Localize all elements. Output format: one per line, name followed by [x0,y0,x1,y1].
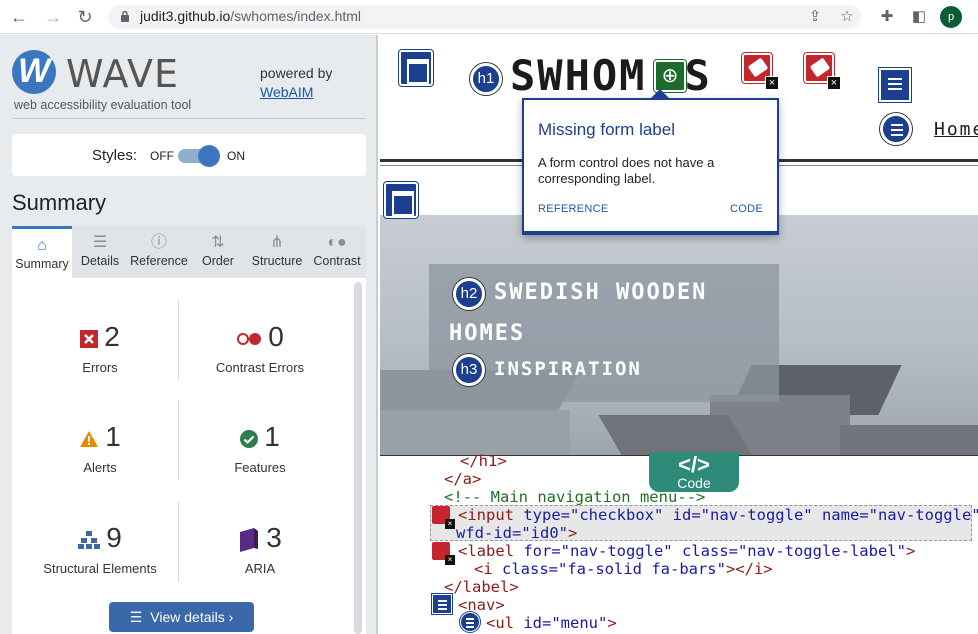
url-text: judit3.github.io/swhomes/index.html [140,8,362,24]
code-line: </label> [444,578,519,596]
feature-check-icon [240,429,259,448]
h1-badge-icon[interactable]: h1 [470,63,502,95]
panel-scrollbar[interactable] [354,282,362,634]
code-line-label: <label for="nav-toggle" class="nav-toggl… [458,542,916,560]
wave-title: WAVE [66,52,180,96]
code-line: </h1> [460,452,507,470]
code-aria-icon[interactable] [432,594,452,614]
powered-by-text: powered by [260,65,333,81]
tab-reference[interactable]: ⓘ Reference [128,226,190,278]
unordered-list-icon[interactable] [880,113,912,145]
tooltip-reference-link[interactable]: REFERENCE [538,203,609,215]
language-globe-icon[interactable]: ⊕ [654,60,686,92]
styles-label: Styles: [92,147,138,164]
bookmark-star-icon[interactable]: ☆ [836,6,858,28]
h3-badge-icon[interactable]: h3 [453,354,485,386]
styles-toggle[interactable] [178,145,220,167]
info-icon: ⓘ [150,234,167,251]
code-icon: </> [678,452,710,477]
code-line-ul: <ul id="menu"> [486,614,617,632]
tab-summary[interactable]: ⌂ Summary [12,226,72,278]
home-icon: ⌂ [37,237,47,254]
lock-icon [121,10,129,22]
tab-order[interactable]: ⇅ Order [194,226,242,278]
contrast-errors-count[interactable]: 0 Contrast Errors [180,322,340,376]
tab-structure[interactable]: ⋔ Structure [246,226,308,278]
missing-label-error-icon[interactable]: × [742,53,779,90]
tab-details[interactable]: ☰ Details [74,226,126,278]
tab-contrast[interactable]: ◐● Contrast [310,226,364,278]
h2-badge-icon[interactable]: h2 [453,278,485,310]
region-landmark-icon[interactable] [384,182,418,218]
tooltip-code-link[interactable]: CODE [730,203,763,215]
browser-toolbar: ← → ↻ judit3.github.io/swhomes/index.htm… [0,0,978,34]
error-icon [80,329,99,348]
code-error-icon[interactable]: × [432,506,455,529]
list-icon: ☰ [129,609,143,625]
wave-tabs: ⌂ Summary ☰ Details ⓘ Reference ⇅ Order ⋔ Str… [12,226,366,278]
missing-label-error-icon[interactable]: × [804,53,841,90]
aria-icon [240,527,259,552]
extensions-icon[interactable]: ✚ [876,6,898,28]
aria-count[interactable]: 3 ARIA [180,523,340,576]
code-line: </a> [444,470,482,488]
address-bar[interactable]: judit3.github.io/swhomes/index.html [108,5,861,29]
tooltip-title: Missing form label [538,120,675,139]
summary-heading: Summary [12,190,107,215]
back-icon[interactable]: ← [8,6,30,28]
code-toggle-button[interactable]: </> Code [649,452,739,492]
wave-subtitle: web accessibility evaluation tool [14,98,192,112]
forward-icon[interactable]: → [42,6,64,28]
hero-heading: SWEDISH WOODEN [494,280,708,305]
structural-elements-count[interactable]: 9 Structural Elements [20,523,180,577]
code-list-icon[interactable] [460,612,480,632]
view-details-button[interactable]: ☰ View details › [109,602,254,632]
features-count[interactable]: 1 Features [180,422,340,476]
structure-icon [78,530,101,549]
profile-avatar[interactable]: p [940,6,962,28]
code-line-nav: <nav> [458,596,505,614]
errors-count[interactable]: 2 Errors [20,322,180,375]
region-landmark-icon[interactable] [399,50,433,86]
alert-icon [80,430,99,447]
aria-icon[interactable] [879,68,911,102]
toggle-knob [198,145,220,167]
sidepanel-icon[interactable]: ◧ [908,6,930,28]
order-icon: ⇅ [211,234,225,251]
styles-on-label: ON [227,149,245,163]
hero-heading-line2: HOMES [449,321,526,346]
code-error-icon[interactable]: × [432,542,455,565]
nav-home-link[interactable]: Home [934,119,978,140]
list-icon: ☰ [92,234,108,251]
webaim-link[interactable]: WebAIM [260,84,313,100]
contrast-error-icon [237,332,262,345]
styles-toggle-panel: Styles: OFF ON [12,134,366,176]
contrast-icon: ◐● [327,234,347,251]
error-tooltip: Missing form label A form control does n… [522,89,779,235]
code-line-icon: <i class="fa-solid fa-bars"></i> [474,560,773,578]
hero-subheading: INSPIRATION [494,358,642,380]
share-icon[interactable]: ⇪ [804,6,826,28]
alerts-count[interactable]: 1 Alerts [20,422,180,475]
tooltip-description: A form control does not have a correspon… [538,155,715,186]
structure-icon: ⋔ [270,234,284,251]
styles-off-label: OFF [150,149,174,163]
wave-logo-icon: W [12,50,56,94]
code-line-input-cont: wfd-id="id0"> [456,524,578,542]
reload-icon[interactable]: ↻ [74,6,96,28]
divider [12,118,366,119]
code-line-input: <input type="checkbox" id="nav-toggle" n… [458,506,978,524]
